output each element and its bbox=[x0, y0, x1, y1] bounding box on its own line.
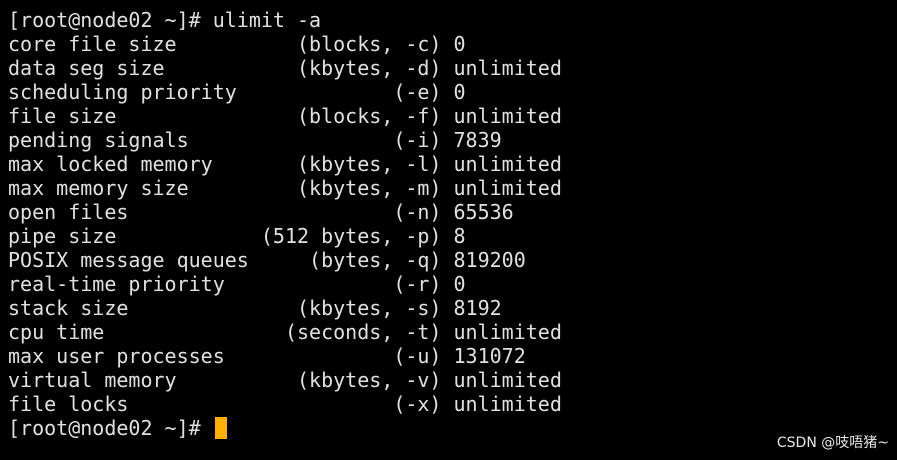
output-line: real-time priority (-r) 0 bbox=[8, 272, 466, 296]
output-line: core file size (blocks, -c) 0 bbox=[8, 32, 466, 56]
output-line: open files (-n) 65536 bbox=[8, 200, 514, 224]
command-text: ulimit -a bbox=[212, 8, 322, 32]
output-line: file size (blocks, -f) unlimited bbox=[8, 104, 562, 128]
watermark: CSDN @吱唔猪~ bbox=[776, 435, 889, 451]
final-prompt: [root@node02 ~]# bbox=[8, 416, 201, 440]
output-line: POSIX message queues (bytes, -q) 819200 bbox=[8, 248, 526, 272]
output-line: file locks (-x) unlimited bbox=[8, 392, 562, 416]
prompt: [root@node02 ~]# bbox=[8, 8, 201, 32]
output-line: data seg size (kbytes, -d) unlimited bbox=[8, 56, 562, 80]
output-line: cpu time (seconds, -t) unlimited bbox=[8, 320, 562, 344]
output-line: scheduling priority (-e) 0 bbox=[8, 80, 466, 104]
output-line: virtual memory (kbytes, -v) unlimited bbox=[8, 368, 562, 392]
text-cursor bbox=[214, 417, 227, 439]
output-line: max user processes (-u) 131072 bbox=[8, 344, 526, 368]
output-line: pipe size (512 bytes, -p) 8 bbox=[8, 224, 466, 248]
output-line: max locked memory (kbytes, -l) unlimited bbox=[8, 152, 562, 176]
output-line: pending signals (-i) 7839 bbox=[8, 128, 502, 152]
output-line: stack size (kbytes, -s) 8192 bbox=[8, 296, 502, 320]
output-line: max memory size (kbytes, -m) unlimited bbox=[8, 176, 562, 200]
terminal-window[interactable]: [root@node02 ~]# ulimit -a core file siz… bbox=[0, 0, 897, 460]
command-line: [root@node02 ~]# ulimit -a bbox=[8, 8, 897, 32]
prompt-line[interactable]: [root@node02 ~]# bbox=[8, 416, 897, 440]
